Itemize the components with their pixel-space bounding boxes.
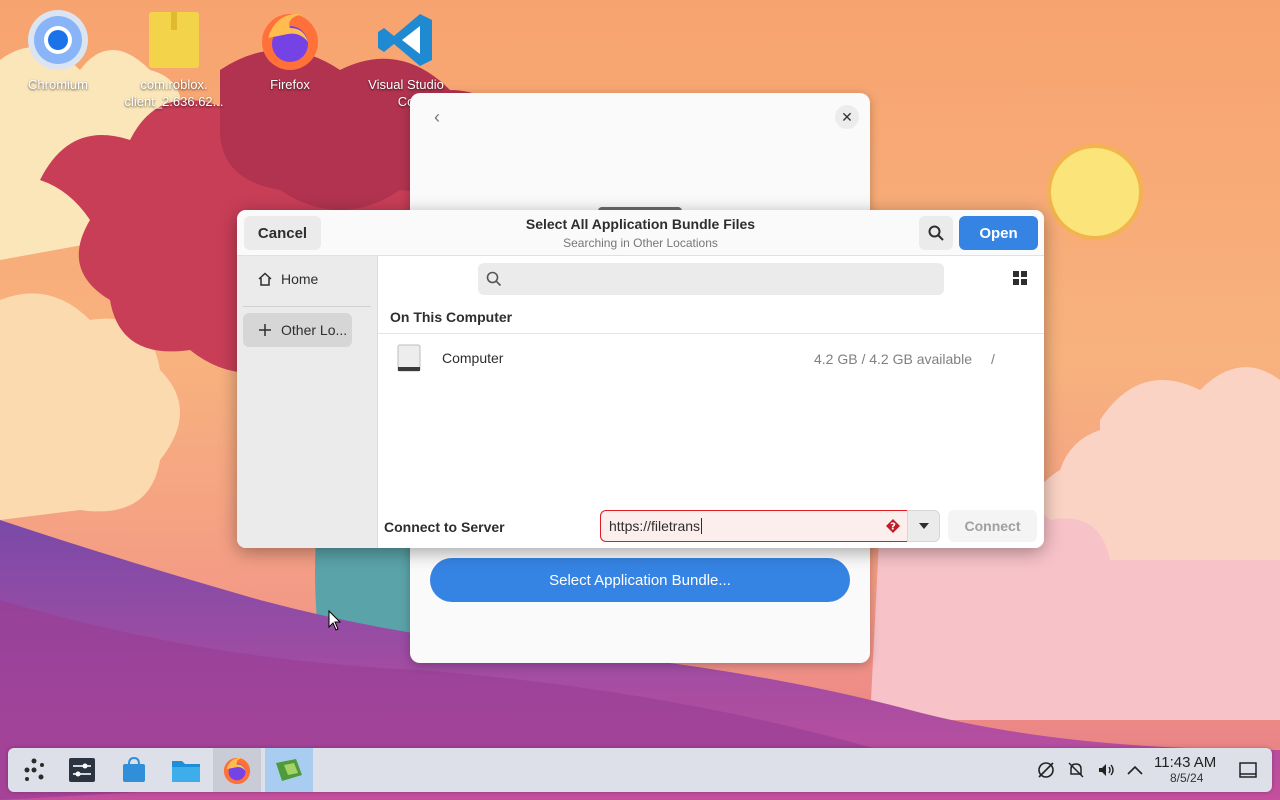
clock-date[interactable]: 8/5/24 bbox=[1170, 771, 1203, 785]
desktop-icon-chromium[interactable]: Chromium bbox=[0, 8, 116, 93]
folder-icon bbox=[172, 761, 200, 782]
home-icon bbox=[257, 272, 273, 286]
volume-icon bbox=[1099, 764, 1114, 776]
taskbar-firefox[interactable] bbox=[213, 748, 261, 792]
places-sidebar: Home Other Lo... bbox=[237, 256, 378, 548]
sidebar-item-other-locations[interactable]: Other Lo... bbox=[243, 313, 352, 347]
chevron-down-icon bbox=[918, 523, 929, 529]
connect-button[interactable]: Connect bbox=[948, 510, 1037, 542]
launcher-icon bbox=[24, 758, 44, 781]
text-caret bbox=[701, 518, 703, 534]
location-row-computer[interactable]: Computer 4.2 GB / 4.2 GB available / bbox=[378, 334, 1044, 382]
sidebar-item-label: Other Lo... bbox=[281, 322, 348, 338]
clock-time[interactable]: 11:43 AM bbox=[1154, 754, 1216, 771]
desktop-icon-label: com.roblox. client_2.636.62... bbox=[124, 77, 224, 109]
cancel-button[interactable]: Cancel bbox=[244, 216, 321, 250]
taskbar-active-app[interactable] bbox=[265, 748, 313, 792]
desktop-icon-label: Firefox bbox=[270, 77, 310, 92]
taskbar: 11:43 AM 8/5/24 bbox=[8, 748, 1272, 792]
archive-file-icon bbox=[142, 8, 206, 72]
network-icon bbox=[1038, 762, 1054, 778]
open-button[interactable]: Open bbox=[959, 216, 1038, 250]
desktop-icon-label: Chromium bbox=[28, 77, 88, 92]
server-address-input[interactable]: https://filetrans ? bbox=[600, 510, 907, 542]
file-chooser-dialog: Cancel Select All Application Bundle Fil… bbox=[237, 210, 1044, 548]
warning-icon: ? bbox=[886, 519, 900, 533]
tray-volume[interactable] bbox=[1096, 760, 1116, 780]
show-desktop-icon bbox=[1239, 762, 1257, 778]
connect-to-server-label: Connect to Server bbox=[384, 519, 505, 535]
sidebar-item-label: Home bbox=[281, 271, 319, 287]
chevron-left-icon: ‹ bbox=[434, 106, 440, 127]
locations-view: On This Computer Computer 4.2 GB / 4.2 G… bbox=[378, 256, 1044, 548]
chromium-icon bbox=[26, 8, 90, 72]
search-toggle-button[interactable] bbox=[919, 216, 953, 250]
dialog-header: Cancel Select All Application Bundle Fil… bbox=[237, 210, 1044, 256]
app-bundle-installer-icon bbox=[276, 759, 302, 781]
tray-expand[interactable] bbox=[1125, 760, 1145, 780]
close-icon: ✕ bbox=[841, 108, 853, 125]
desktop-icon-roblox-archive[interactable]: com.roblox. client_2.636.62... bbox=[116, 8, 232, 110]
app-launcher-button[interactable] bbox=[10, 748, 58, 792]
server-address-value: https://filetrans bbox=[609, 518, 701, 534]
firefox-icon bbox=[258, 8, 322, 72]
select-application-bundle-button[interactable]: Select Application Bundle... bbox=[430, 558, 850, 602]
recent-servers-dropdown[interactable] bbox=[907, 510, 940, 542]
sidebar-separator bbox=[243, 306, 371, 307]
close-button[interactable]: ✕ bbox=[835, 105, 859, 129]
connect-to-server-bar: Connect to Server https://filetrans ? Co… bbox=[378, 508, 1044, 548]
plus-icon bbox=[257, 323, 273, 337]
tray-network[interactable] bbox=[1036, 760, 1056, 780]
search-input[interactable] bbox=[478, 263, 944, 295]
mouse-cursor-icon bbox=[328, 610, 342, 631]
back-button[interactable]: ‹ bbox=[424, 105, 450, 129]
grid-icon bbox=[1013, 271, 1027, 285]
chevron-up-icon bbox=[1127, 765, 1143, 775]
tray-notifications[interactable] bbox=[1066, 760, 1086, 780]
show-desktop-button[interactable] bbox=[1238, 760, 1258, 780]
search-icon bbox=[486, 271, 502, 287]
taskbar-file-manager[interactable] bbox=[162, 748, 210, 792]
notifications-muted-icon bbox=[1068, 762, 1084, 778]
svg-text:?: ? bbox=[890, 522, 896, 533]
location-available-space: 4.2 GB / 4.2 GB available bbox=[814, 351, 972, 367]
desktop-icon-firefox[interactable]: Firefox bbox=[232, 8, 348, 93]
location-name: Computer bbox=[442, 350, 504, 366]
location-mount-point: / bbox=[991, 351, 995, 367]
firefox-icon bbox=[223, 757, 251, 785]
taskbar-discover[interactable] bbox=[110, 748, 158, 792]
dialog-title: Select All Application Bundle Files bbox=[525, 216, 756, 232]
search-icon bbox=[928, 225, 944, 241]
taskbar-system-settings[interactable] bbox=[58, 748, 106, 792]
dialog-subtitle: Searching in Other Locations bbox=[563, 236, 718, 250]
section-title: On This Computer bbox=[390, 309, 513, 325]
vscode-icon bbox=[374, 8, 438, 72]
settings-icon bbox=[69, 758, 95, 782]
grid-view-toggle[interactable] bbox=[1012, 270, 1028, 286]
drive-icon bbox=[397, 344, 421, 372]
software-store-icon bbox=[123, 756, 145, 782]
sidebar-item-home[interactable]: Home bbox=[243, 262, 353, 296]
